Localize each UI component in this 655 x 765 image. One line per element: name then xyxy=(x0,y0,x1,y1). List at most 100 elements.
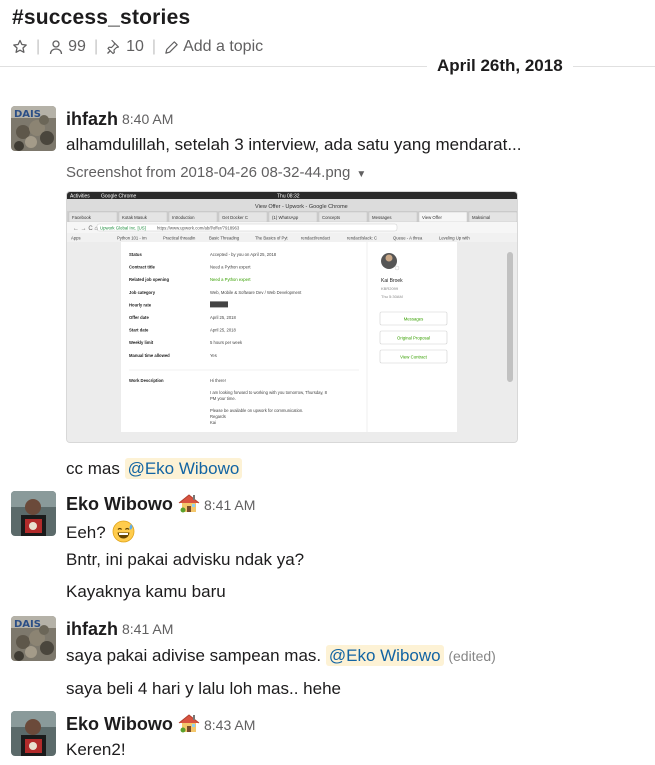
window-title: View Offer - Upwork - Google Chrome xyxy=(255,204,348,210)
avatar-eko[interactable] xyxy=(11,711,56,756)
star-button[interactable] xyxy=(12,39,28,55)
browser-tab-label: Kotak Masuk xyxy=(122,215,148,220)
browser-tab-label: (1) WhatsApp xyxy=(272,215,299,220)
bookmark-item: rendact/slack: C xyxy=(347,236,377,241)
client-id: KBR2099 xyxy=(381,286,399,291)
avatar-ihfazh[interactable]: DAIS xyxy=(11,106,56,151)
bookmark-item: Basic Threading xyxy=(209,236,240,241)
detail-value: April 25, 2018 xyxy=(210,328,237,333)
side-button-label: Messages xyxy=(404,317,424,322)
add-topic-label: Add a topic xyxy=(183,38,264,55)
sweat-smile-emoji-icon xyxy=(112,520,135,548)
client-time: Thu 5:30AM xyxy=(381,294,403,299)
channel-title[interactable]: #success_stories xyxy=(12,6,263,30)
bookmark-item: Leveling Up with xyxy=(439,236,470,241)
avatar-ihfazh[interactable]: DAIS xyxy=(11,616,56,661)
pins-button[interactable]: 10 xyxy=(106,38,144,56)
attachment-screenshot: Activities Google Chrome Thu 08:32 View … xyxy=(67,192,517,442)
avatar-ihfazh-image: DAIS xyxy=(11,616,56,661)
topbar-app: Google Chrome xyxy=(101,194,137,200)
avatar-eko-image xyxy=(11,491,56,536)
user-mention[interactable]: @Eko Wibowo xyxy=(124,458,243,479)
author-name[interactable]: ihfazh xyxy=(66,109,118,130)
detail-value: 5 hours per week xyxy=(210,340,243,345)
meta-separator: | xyxy=(93,38,99,55)
bookmark-item: Apps xyxy=(71,236,81,241)
side-button-label: View Contract xyxy=(400,355,427,360)
timestamp[interactable]: 8:40 AM xyxy=(122,111,173,127)
date-divider: April 26th, 2018 xyxy=(0,55,655,81)
message-line: saya pakai adivise sampean mas. xyxy=(66,646,326,665)
avatar-eko[interactable] xyxy=(11,491,56,536)
work-description-line: Please be available on upwork for commun… xyxy=(210,408,303,413)
star-icon xyxy=(13,39,27,53)
house-icon[interactable] xyxy=(178,713,200,733)
pin-icon xyxy=(107,39,120,55)
file-name: Screenshot from 2018-04-26 08-32-44.png xyxy=(66,164,351,181)
channel-meta: | 99 | 10 | Add a topic xyxy=(12,38,263,56)
channel-header: #success_stories | 99 | 10 | Add a topic xyxy=(12,6,263,56)
work-description-line: I am looking forward to working with you… xyxy=(210,390,328,395)
detail-label: Status xyxy=(129,252,142,257)
message-text: Eeh? xyxy=(66,520,135,548)
work-description-line: PM your time. xyxy=(210,396,236,401)
pin-count: 10 xyxy=(126,38,144,55)
svg-text:← → C ⌂: ← → C ⌂ xyxy=(73,226,98,232)
bookmark-item: Practical threadin xyxy=(163,236,196,241)
edited-label: (edited) xyxy=(448,648,496,664)
message-text: saya pakai adivise sampean mas. @Eko Wib… xyxy=(66,645,496,666)
detail-label: Weekly limit xyxy=(129,340,154,345)
chevron-down-icon[interactable]: ▼ xyxy=(356,169,366,180)
detail-label: Manual time allowed xyxy=(129,353,170,358)
browser-tab-label: Introduction xyxy=(172,215,195,220)
svg-text:DAIS: DAIS xyxy=(14,109,41,120)
add-topic-link[interactable]: Add a topic xyxy=(164,38,263,56)
message-text: alhamdulillah, setelah 3 interview, ada … xyxy=(66,135,522,154)
author-name[interactable]: Eko Wibowo xyxy=(66,494,173,515)
members-button[interactable]: 99 xyxy=(48,38,86,56)
house-icon[interactable] xyxy=(178,493,200,513)
detail-value: Need a Python expert xyxy=(210,277,251,282)
redacted-value xyxy=(210,301,228,308)
detail-value: April 25, 2018 xyxy=(210,315,237,320)
file-title[interactable]: Screenshot from 2018-04-26 08-32-44.png ▼ xyxy=(66,164,366,181)
browser-tab-label: Messages xyxy=(372,215,392,220)
author-name[interactable]: ihfazh xyxy=(66,619,118,640)
detail-label: Related job opening xyxy=(129,277,169,282)
detail-label: Hourly rate xyxy=(129,302,152,307)
meta-separator: | xyxy=(151,38,157,55)
browser-tab-label: Concepts xyxy=(322,215,340,220)
bookmark-item: rendact/rendact xyxy=(301,236,331,241)
work-description-line: Regards xyxy=(210,414,226,419)
timestamp[interactable]: 8:43 AM xyxy=(204,717,255,733)
message-text: Kayaknya kamu baru xyxy=(66,582,226,601)
date-label[interactable]: April 26th, 2018 xyxy=(427,56,573,76)
browser-tab-label: Maksimal xyxy=(472,215,490,220)
side-button-label: Original Proposal xyxy=(397,336,430,341)
detail-label: Contract title xyxy=(129,265,155,270)
url-host: Upwork Global Inc. [US] xyxy=(100,226,146,231)
image-attachment[interactable]: Activities Google Chrome Thu 08:32 View … xyxy=(66,191,518,443)
pencil-icon xyxy=(165,40,178,54)
topbar-activities: Activities xyxy=(70,194,90,200)
author-name[interactable]: Eko Wibowo xyxy=(66,714,173,735)
url: https://www.upwork.com/ab/f/offer/791896… xyxy=(157,226,240,231)
message-text: saya beli 4 hari y lalu loh mas.. hehe xyxy=(66,679,341,698)
avatar-ihfazh-image: DAIS xyxy=(11,106,56,151)
detail-label: Start date xyxy=(129,328,149,333)
client-name: Kai Broek xyxy=(381,278,403,284)
user-mention[interactable]: @Eko Wibowo xyxy=(325,645,444,666)
detail-value: Yes xyxy=(210,353,217,358)
svg-text:DAIS: DAIS xyxy=(14,619,41,630)
timestamp[interactable]: 8:41 AM xyxy=(122,621,173,637)
topbar-clock: Thu 08:32 xyxy=(277,194,300,200)
browser-tab-label: Facebook xyxy=(72,215,92,220)
detail-value: Web, Mobile & Software Dev / Web Develop… xyxy=(210,290,302,295)
message-text: Bntr, ini pakai advisku ndak ya? xyxy=(66,550,305,569)
bookmark-item: Queue - A threa xyxy=(393,236,423,241)
meta-separator: | xyxy=(36,38,41,55)
timestamp[interactable]: 8:41 AM xyxy=(204,497,255,513)
browser-tab-label: View Offer xyxy=(422,215,442,220)
detail-label: Offer date xyxy=(129,315,149,320)
member-icon xyxy=(50,40,63,55)
